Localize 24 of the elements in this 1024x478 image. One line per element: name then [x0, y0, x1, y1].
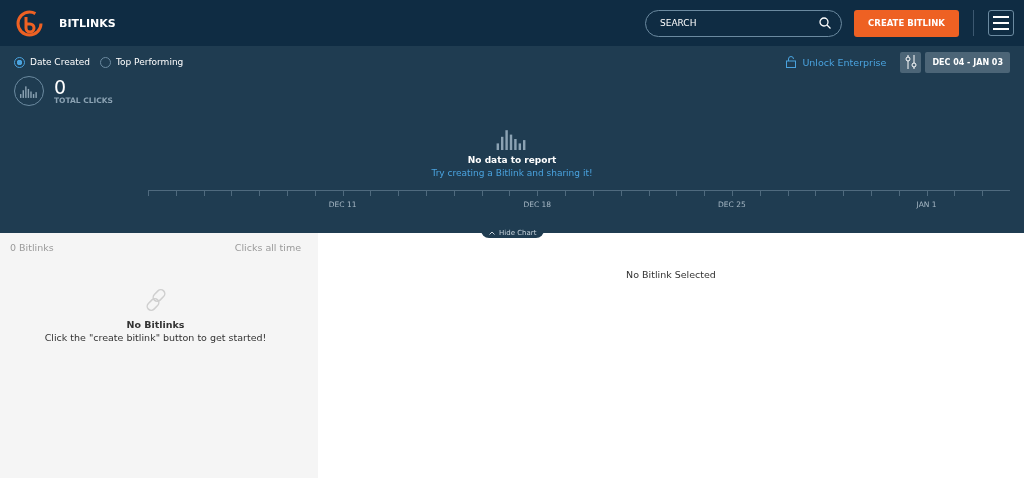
- sort-option-label[interactable]: Date Created: [30, 57, 90, 67]
- search-input[interactable]: SEARCH: [658, 17, 819, 29]
- logo-icon[interactable]: [16, 9, 43, 37]
- search-icon[interactable]: [819, 17, 831, 29]
- date-range-button[interactable]: DEC 04 - JAN 03: [925, 51, 1010, 73]
- empty-list-title: No Bitlinks: [126, 319, 185, 330]
- menu-button[interactable]: [988, 10, 1014, 36]
- page-title: BITLINKS: [59, 16, 117, 30]
- total-clicks-value: 0: [54, 77, 67, 96]
- filter-button[interactable]: [900, 51, 922, 73]
- create-bitlink-button[interactable]: CREATE BITLINK: [854, 9, 959, 37]
- sort-option-label[interactable]: Top Performing: [116, 57, 184, 67]
- empty-chart-title: No data to report: [467, 155, 557, 165]
- caret-icon: [489, 230, 495, 235]
- sliders-icon: [904, 55, 917, 69]
- bar-chart-icon: [20, 84, 38, 98]
- empty-chart-link[interactable]: Try creating a Bitlink and sharing it!: [431, 168, 593, 178]
- bitlink-count: 0 Bitlinks: [10, 242, 54, 253]
- unlock-enterprise-link[interactable]: Unlock Enterprise: [786, 56, 887, 68]
- radio-button[interactable]: [14, 56, 25, 68]
- lock-icon: [786, 56, 797, 68]
- menu-icon[interactable]: [993, 16, 1009, 30]
- no-selection-text: No Bitlink Selected: [626, 269, 716, 281]
- empty-list-text: Click the "create bitlink" button to get started!: [44, 332, 267, 343]
